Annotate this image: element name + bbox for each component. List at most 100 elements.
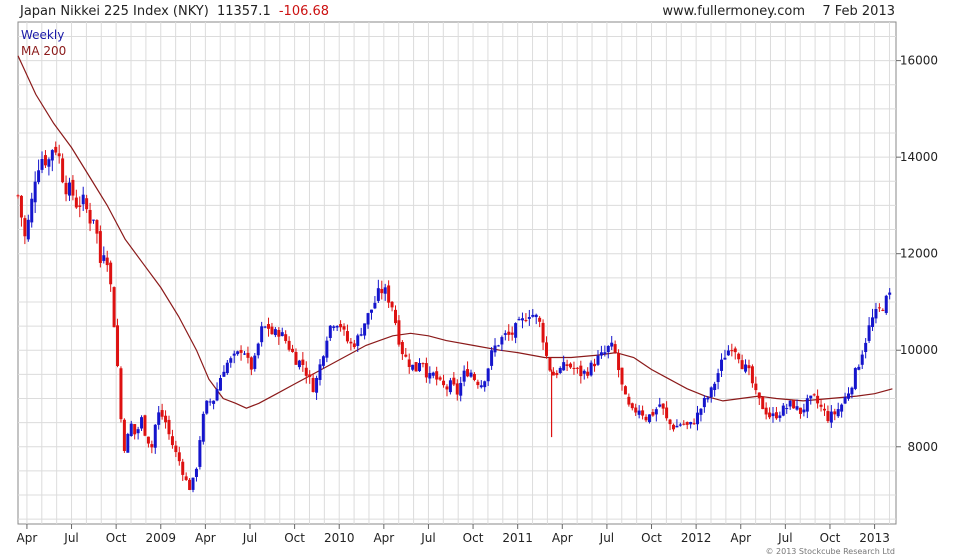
- x-tick-label: Oct: [106, 531, 127, 545]
- candle-body: [816, 395, 820, 404]
- candle-body: [40, 159, 44, 170]
- candle-body: [617, 352, 621, 371]
- candle-body: [517, 319, 521, 321]
- candle-body: [754, 383, 758, 391]
- candle-body: [798, 407, 802, 414]
- chart-title: Japan Nikkei 225 Index (NKY) 11357.1 -10…: [19, 4, 329, 19]
- candle-body: [785, 408, 789, 410]
- candle-body: [146, 436, 150, 444]
- candle-body: [448, 380, 452, 393]
- candle-body: [685, 422, 689, 425]
- candle-body: [545, 342, 549, 356]
- candle-body: [853, 368, 857, 389]
- candle-body: [308, 374, 312, 377]
- candle-body: [483, 381, 487, 388]
- candle-body: [871, 317, 875, 327]
- candle-body: [637, 410, 641, 415]
- candle-body: [294, 352, 298, 365]
- candle-body: [599, 352, 603, 356]
- candle-body: [421, 363, 425, 365]
- candle-body: [116, 325, 120, 367]
- x-tick-label: Jul: [242, 531, 257, 545]
- candle-body: [414, 362, 418, 372]
- candle-body: [675, 425, 679, 428]
- candle-body: [129, 423, 133, 437]
- candle-body: [860, 354, 864, 365]
- candle-body: [658, 404, 662, 407]
- candle-body: [256, 343, 260, 356]
- candle-body: [136, 429, 140, 434]
- candle-body: [335, 326, 339, 328]
- candle-body: [864, 342, 868, 353]
- x-tick-label: Jul: [777, 531, 792, 545]
- candle-body: [541, 322, 545, 343]
- x-tick-label: Oct: [820, 531, 841, 545]
- candle-body: [411, 364, 415, 370]
- candle-body: [311, 377, 315, 393]
- candle-body: [847, 393, 851, 399]
- candle-body: [833, 411, 837, 415]
- candle-body: [534, 314, 538, 318]
- candle-body: [654, 409, 658, 415]
- last-price: 11357.1: [217, 4, 271, 19]
- candle-body: [387, 285, 391, 303]
- candle-body: [424, 363, 428, 378]
- x-tick-label: Apr: [195, 531, 216, 545]
- candle-body: [510, 332, 514, 335]
- candle-body: [191, 477, 195, 490]
- candle-body: [102, 255, 106, 261]
- candle-body: [112, 287, 116, 328]
- candle-body: [215, 389, 219, 401]
- candle-body: [74, 197, 78, 208]
- candle-body: [177, 452, 181, 462]
- candle-body: [661, 403, 665, 409]
- price-change: -106.68: [279, 4, 329, 19]
- y-tick-label: 14000: [900, 150, 938, 164]
- candle-body: [565, 364, 569, 366]
- candle-body: [596, 355, 600, 365]
- candle-body: [98, 231, 102, 263]
- candle-body: [249, 357, 253, 370]
- candle-body: [720, 359, 724, 371]
- candle-body: [356, 335, 360, 346]
- candle-body: [623, 386, 627, 395]
- candle-body: [291, 348, 295, 352]
- candle-body: [589, 362, 593, 376]
- candle-body: [531, 314, 535, 317]
- candle-body: [57, 153, 61, 157]
- candle-body: [174, 445, 178, 453]
- candle-body: [88, 209, 92, 224]
- candle-body: [201, 413, 205, 442]
- candle-body: [438, 377, 442, 380]
- candle-body: [33, 181, 37, 203]
- candle-body: [627, 396, 631, 405]
- y-tick-label: 16000: [900, 54, 938, 68]
- candle-body: [644, 416, 648, 421]
- source-site: www.fullermoney.com: [662, 4, 805, 19]
- candle-body: [768, 412, 772, 418]
- candle-body: [476, 381, 480, 386]
- x-tick-label: 2010: [324, 531, 355, 545]
- candle-body: [126, 433, 130, 453]
- candle-body: [133, 424, 137, 435]
- candle-body: [881, 309, 885, 311]
- x-tick-label: Apr: [552, 531, 573, 545]
- candle-body: [857, 366, 861, 370]
- candle-body: [119, 368, 123, 420]
- candle-body: [792, 400, 796, 409]
- candle-body: [218, 378, 222, 391]
- y-axis: 8000 10000 12000 14000 16000: [896, 54, 938, 454]
- candle-body: [153, 424, 157, 448]
- candle-body: [225, 362, 229, 374]
- candle-body: [496, 345, 500, 347]
- candle-body: [764, 407, 768, 415]
- candle-body: [222, 371, 226, 377]
- candle-body: [472, 373, 476, 380]
- candle-body: [431, 372, 435, 376]
- candle-body: [706, 397, 710, 400]
- candle-body: [325, 340, 329, 358]
- candle-body: [569, 363, 573, 368]
- candle-body: [400, 342, 404, 355]
- legend-ma: MA 200: [21, 44, 66, 58]
- candle-body: [538, 317, 542, 322]
